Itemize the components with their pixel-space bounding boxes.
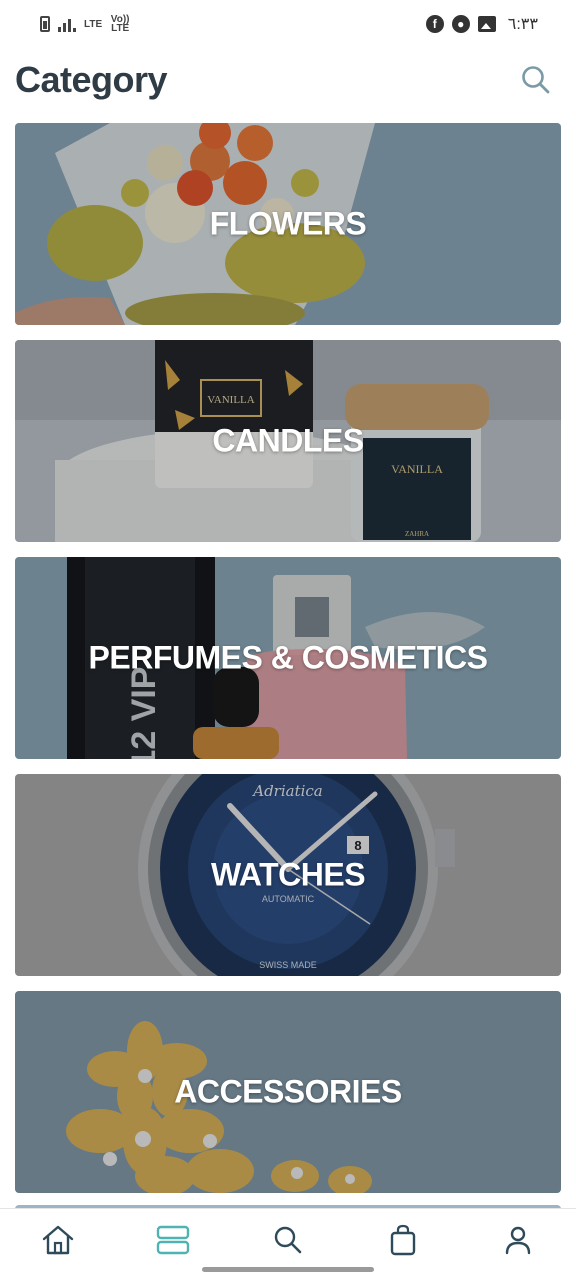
nav-cart[interactable] [373, 1216, 433, 1264]
category-label-perfumes: PERFUMES & COSMETICS [88, 639, 488, 676]
network-indicator: LTE [84, 18, 103, 30]
category-label-watches: WATCHES [210, 856, 366, 893]
status-bar: LTE Vo)) LTE f ● ٦:٣٣ [0, 0, 576, 48]
nav-home[interactable] [28, 1216, 88, 1264]
search-icon [522, 66, 550, 94]
header-search-button[interactable] [518, 62, 554, 98]
home-indicator[interactable] [202, 1267, 374, 1272]
app-screen: LTE Vo)) LTE f ● ٦:٣٣ Category FLOWERS V… [0, 0, 576, 1280]
header: Category [0, 52, 576, 108]
category-card-candles[interactable]: VANILLA VANILLA ZAHRA CANDLES [15, 340, 561, 542]
facebook-icon: f [425, 15, 444, 33]
status-time: ٦:٣٣ [507, 16, 538, 33]
gallery-icon [477, 16, 496, 32]
category-label-candles: CANDLES [212, 422, 364, 459]
category-card-flowers[interactable]: FLOWERS [15, 123, 561, 325]
page-title: Category [15, 59, 168, 100]
nav-search[interactable] [258, 1216, 318, 1264]
status-left: LTE Vo)) LTE [40, 14, 130, 34]
volte-indicator: Vo)) LTE [110, 14, 130, 34]
category-card-perfumes[interactable]: 212 VIP PERFUMES & COSMETICS [15, 557, 561, 759]
signal-icon [58, 16, 76, 32]
soccer-ball-icon: ● [451, 15, 470, 33]
category-card-watches[interactable]: 8 Adriatica AUTOMATIC SWISS MADE WATCHES [15, 774, 561, 976]
category-label-accessories: ACCESSORIES [174, 1073, 402, 1110]
category-label-flowers: FLOWERS [209, 205, 367, 242]
category-list: FLOWERS VANILLA VANILLA ZAHRA CANDLES 21… [15, 123, 561, 1208]
shopping-bag-icon [390, 1224, 416, 1255]
nav-categories[interactable] [143, 1216, 203, 1264]
nav-profile[interactable] [488, 1216, 548, 1264]
user-icon [506, 1226, 531, 1254]
battery-icon [40, 16, 50, 32]
status-right: f ● ٦:٣٣ [425, 14, 538, 34]
categories-icon [156, 1225, 189, 1254]
search-icon [274, 1226, 302, 1253]
category-card-accessories[interactable]: ACCESSORIES [15, 991, 561, 1193]
home-icon [42, 1225, 73, 1254]
